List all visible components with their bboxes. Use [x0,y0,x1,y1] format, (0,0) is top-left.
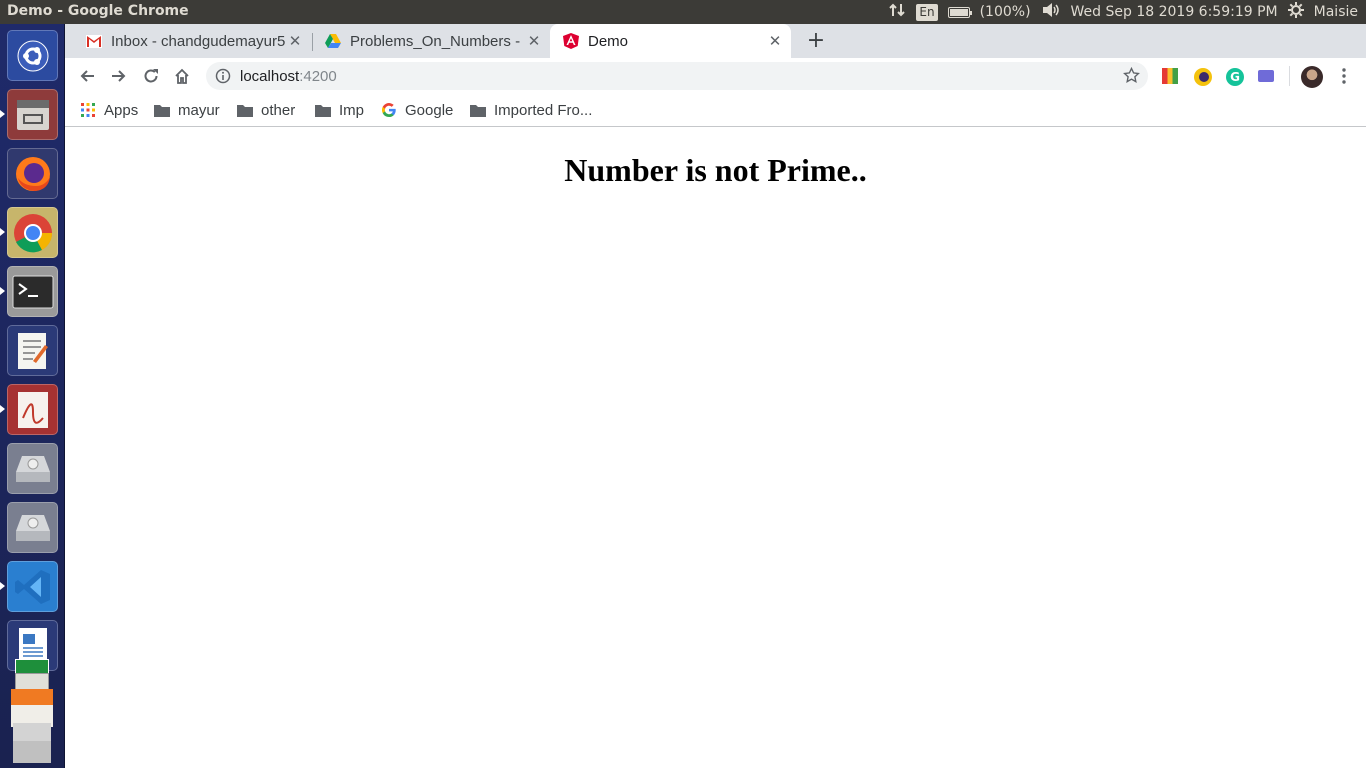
bookmark-label: Imported Fro... [494,101,593,119]
close-icon[interactable]: ✕ [285,32,305,50]
bookmark-folder-other[interactable]: other [237,101,295,119]
disk-drive-icon[interactable] [7,502,58,553]
bookmark-apps[interactable]: Apps [80,101,138,119]
bookmark-label: Apps [104,101,139,119]
forward-button[interactable] [105,62,133,90]
close-icon[interactable]: ✕ [524,32,544,50]
running-indicator [0,228,5,236]
back-button[interactable] [73,62,101,90]
bookmarks-bar: Apps mayur other Imp Google Imported Fro… [65,94,1366,127]
page-heading: Number is not Prime.. [564,152,867,188]
tab-label: Demo [588,32,629,50]
running-indicator [0,405,5,413]
more-vert-icon [1342,68,1346,84]
bookmark-star-icon[interactable] [1123,66,1140,88]
folder-icon [315,102,331,118]
keyboard-extension-icon[interactable] [1258,70,1274,82]
launcher-overflow-stack[interactable] [7,657,58,768]
battery-icon[interactable] [947,6,972,18]
volume-icon[interactable] [1041,2,1061,22]
bookmark-folder-imp[interactable]: Imp [315,101,364,119]
close-icon[interactable]: ✕ [765,32,785,50]
battery-percent[interactable]: (100%) [980,4,1031,20]
user-name[interactable]: Maisie [1314,4,1358,20]
angular-icon [563,33,579,49]
settings-gear-icon[interactable] [1287,2,1304,22]
color-palette-extension-icon[interactable] [1162,68,1178,84]
window-title: Demo - Google Chrome [7,3,189,19]
disk-drive-icon[interactable] [7,443,58,494]
bookmark-folder-imported[interactable]: Imported Fro... [470,101,592,119]
bookmark-label: other [261,101,296,119]
chrome-icon[interactable] [7,207,58,258]
url-port: :4200 [299,67,337,85]
info-icon [215,68,231,84]
url-host: localhost [240,67,300,85]
address-bar[interactable]: localhost:4200 [206,62,1148,90]
bookmark-folder-mayur[interactable]: mayur [154,101,220,119]
forward-arrow-icon [112,70,126,82]
chrome-menu-button[interactable] [1330,62,1358,90]
back-arrow-icon [80,70,94,82]
tab-gmail[interactable]: Inbox - chandgudemayur5 ✕ [67,24,311,58]
running-indicator [0,287,5,295]
bookmark-google[interactable]: Google [381,101,453,119]
folder-icon [237,102,253,118]
network-transfer-icon[interactable] [888,2,906,22]
google-icon [381,102,397,118]
browser-toolbar: localhost:4200 G [65,58,1366,94]
toolbar-divider [1289,66,1290,86]
bookmark-label: Google [405,101,454,119]
firefox-icon[interactable] [7,148,58,199]
system-indicators: En (100%) Wed Sep 18 2019 6:59:19 PM Mai… [888,0,1358,24]
gmail-icon [86,33,102,49]
folder-icon [154,102,170,118]
page-viewport: Number is not Prime.. [65,128,1366,768]
new-tab-button[interactable]: + [803,28,829,54]
moon-extension-icon[interactable] [1194,68,1212,86]
folder-icon [470,102,486,118]
bookmark-label: Imp [339,101,365,119]
files-icon[interactable] [7,89,58,140]
text-editor-icon[interactable] [7,325,58,376]
tab-label: Problems_On_Numbers - G [350,32,524,50]
running-indicator [0,582,5,590]
reload-button[interactable] [137,62,165,90]
system-top-panel: Demo - Google Chrome En (100%) Wed Sep 1… [0,0,1366,24]
running-indicator [0,110,5,118]
tab-label: Inbox - chandgudemayur5 [111,32,285,50]
document-viewer-icon[interactable] [7,384,58,435]
unity-launcher [0,24,65,768]
tab-strip: Inbox - chandgudemayur5 ✕ Problems_On_Nu… [65,24,1366,58]
bookmark-label: mayur [178,101,220,119]
ubuntu-dash-icon[interactable] [7,30,58,81]
apps-grid-icon [80,102,96,118]
reload-icon [144,69,158,83]
grammarly-extension-icon[interactable]: G [1226,68,1244,86]
terminal-icon[interactable] [7,266,58,317]
google-drive-icon [325,33,341,49]
chrome-window: Inbox - chandgudemayur5 ✕ Problems_On_Nu… [65,24,1366,768]
tab-demo[interactable]: Demo ✕ [550,24,791,58]
clock[interactable]: Wed Sep 18 2019 6:59:19 PM [1071,4,1278,20]
vscode-icon[interactable] [7,561,58,612]
home-icon [175,68,189,84]
keyboard-language-indicator[interactable]: En [916,3,938,21]
home-button[interactable] [168,62,196,90]
tab-google-drive[interactable]: Problems_On_Numbers - G ✕ [306,24,550,58]
profile-avatar[interactable] [1301,66,1323,88]
